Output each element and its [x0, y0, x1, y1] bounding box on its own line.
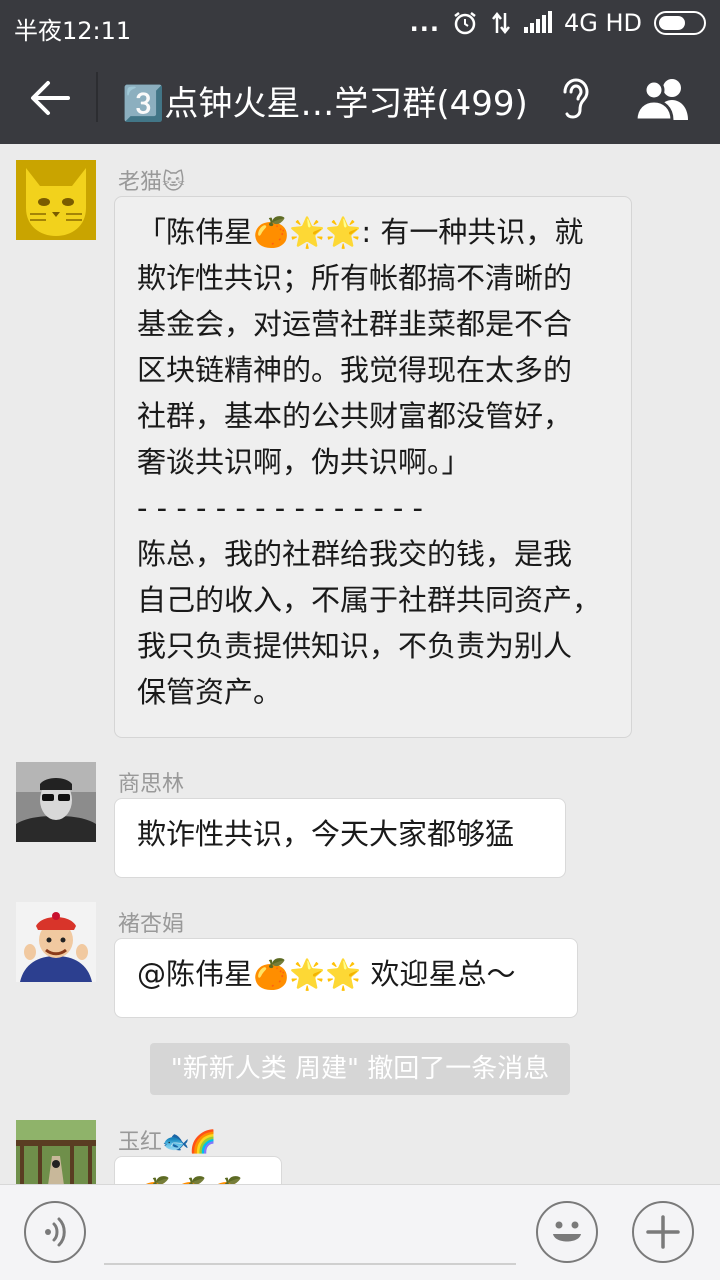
sender-name: 玉红🐟🌈	[118, 1130, 217, 1155]
quote-separator: - - - - - - - - - - - - - - -	[137, 491, 424, 525]
text-message-bubble[interactable]: 🍊🍊🍊	[114, 1156, 282, 1184]
earpiece-icon[interactable]	[560, 76, 592, 120]
plus-icon	[646, 1215, 680, 1249]
man-with-sunglasses-avatar	[16, 762, 96, 842]
status-bar: 半夜12:11 ... 4G HD	[0, 0, 720, 50]
message-text: @陈伟星🍊🌟🌟 欢迎星总～	[137, 957, 516, 991]
network-type: 4G HD	[563, 9, 642, 37]
sender-name: 老猫🐱	[118, 170, 185, 195]
group-members-icon[interactable]	[634, 76, 694, 120]
input-bar	[0, 1184, 720, 1280]
back-arrow-icon[interactable]	[28, 78, 72, 118]
quote-line: 欺诈性共识；所有帐都搞不清晰的	[137, 261, 573, 295]
status-time: 半夜12:11	[14, 17, 132, 45]
chat-title: 3️⃣点钟火星…学习群(499)	[122, 84, 528, 124]
system-notice: "新新人类 周建" 撤回了一条消息	[150, 1043, 570, 1095]
alarm-icon	[454, 12, 476, 35]
quote-line: 奢谈共识啊，伪共识啊。」	[137, 445, 471, 479]
message-text: 🍊🍊🍊	[137, 1169, 259, 1184]
more-dots: ...	[409, 9, 440, 37]
status-icons: ... 4G HD	[410, 9, 706, 37]
voice-button[interactable]	[24, 1201, 86, 1263]
text-message-bubble[interactable]: @陈伟星🍊🌟🌟 欢迎星总～	[114, 938, 578, 1018]
emoji-button[interactable]	[536, 1201, 598, 1263]
chat-header: 3️⃣点钟火星…学习群(499)	[0, 50, 720, 144]
header-divider	[96, 72, 98, 122]
avatar[interactable]	[16, 1120, 96, 1184]
more-button[interactable]	[632, 1201, 694, 1263]
sender-name: 褚杏娟	[118, 912, 185, 937]
battery-icon	[654, 11, 706, 35]
message-input[interactable]	[104, 1263, 516, 1265]
data-arrows-icon	[491, 11, 510, 35]
avatar[interactable]	[16, 902, 96, 982]
reply-line: 自己的收入，不属于社群共同资产，	[137, 583, 602, 617]
signal-icon	[523, 11, 552, 33]
reply-line: 保管资产。	[137, 675, 283, 709]
cartoon-character-avatar	[16, 902, 96, 982]
quote-line: 区块链精神的。我觉得现在太多的	[137, 353, 573, 387]
cat-avatar	[16, 160, 96, 240]
avatar[interactable]	[16, 762, 96, 842]
quoted-message-bubble[interactable]: 「陈伟星🍊🌟🌟: 有一种共识，就 欺诈性共识；所有帐都搞不清晰的 基金会，对运营…	[114, 196, 632, 738]
text-message-bubble[interactable]: 欺诈性共识，今天大家都够猛	[114, 798, 566, 878]
reply-line: 我只负责提供知识，不负责为别人	[137, 629, 573, 663]
emoji-icon	[553, 1221, 581, 1242]
quote-line: 「陈伟星🍊🌟🌟: 有一种共识，就	[137, 215, 584, 249]
reply-line: 陈总，我的社群给我交的钱，是我	[137, 537, 573, 571]
voice-icon	[45, 1217, 66, 1247]
quote-line: 社群，基本的公共财富都没管好，	[137, 399, 573, 433]
message-text: 欺诈性共识，今天大家都够猛	[137, 817, 515, 851]
message-item: 玉红🐟🌈 🍊🍊🍊	[0, 1120, 720, 1184]
avatar[interactable]	[16, 160, 96, 240]
garden-path-avatar	[16, 1120, 96, 1184]
sender-name: 商思林	[118, 772, 185, 797]
quote-line: 基金会，对运营社群韭菜都是不合	[137, 307, 573, 341]
